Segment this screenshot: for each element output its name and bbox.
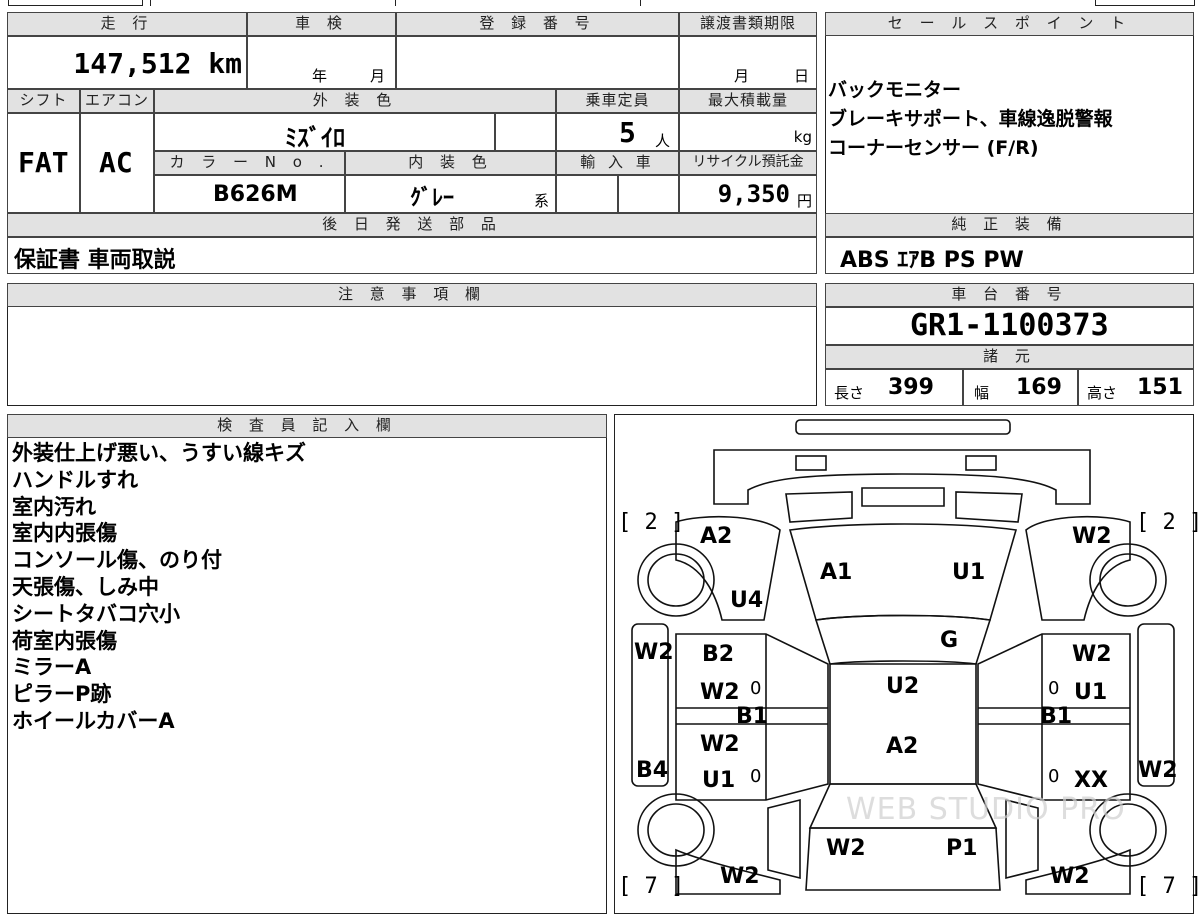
watermark: WEB STUDIO PRO — [846, 792, 1126, 827]
right-rear-tire-depth: [ 7 ] — [1136, 874, 1200, 899]
damage-code: XX — [1074, 768, 1108, 793]
damage-code: U1 — [702, 768, 736, 793]
damage-code: B2 — [702, 642, 735, 667]
damage-code: G — [940, 628, 959, 653]
left-rear-tire-depth: [ 7 ] — [618, 874, 685, 899]
zero-mark: 0 — [750, 678, 762, 699]
damage-code: A2 — [700, 524, 733, 549]
damage-code: A1 — [820, 560, 853, 585]
damage-code: U4 — [730, 588, 764, 613]
damage-code: W2 — [1072, 524, 1112, 549]
damage-code: W2 — [634, 640, 674, 665]
damage-code: W2 — [1072, 642, 1112, 667]
damage-code: W2 — [700, 732, 740, 757]
car-diagram — [631, 419, 1175, 895]
damage-code: P1 — [946, 836, 978, 861]
damage-code: W2 — [826, 836, 866, 861]
damage-code: B1 — [1040, 704, 1073, 729]
damage-code: B4 — [636, 758, 669, 783]
left-front-tire-depth: [ 2 ] — [618, 510, 685, 535]
damage-code: U1 — [1074, 680, 1108, 705]
damage-code: W2 — [1050, 864, 1090, 889]
zero-mark: 0 — [1048, 766, 1060, 787]
zero-mark: 0 — [750, 766, 762, 787]
damage-code: W2 — [700, 680, 740, 705]
damage-code: W2 — [720, 864, 760, 889]
damage-code: W2 — [1138, 758, 1178, 783]
damage-code: U1 — [952, 560, 986, 585]
damage-code: U2 — [886, 674, 920, 699]
right-front-tire-depth: [ 2 ] — [1136, 510, 1200, 535]
damage-code: B1 — [736, 704, 769, 729]
zero-mark: 0 — [1048, 678, 1060, 699]
damage-code: A2 — [886, 734, 919, 759]
